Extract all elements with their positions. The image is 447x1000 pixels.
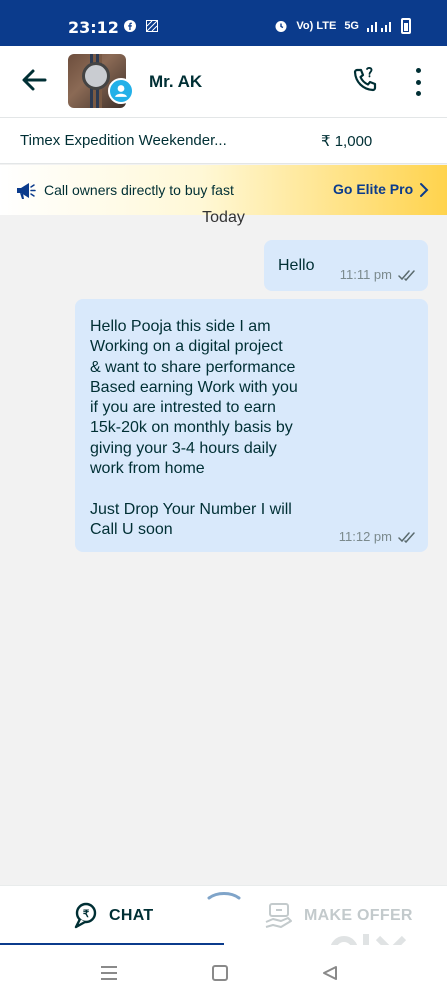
date-divider: Today (202, 209, 245, 226)
facebook-icon (124, 20, 136, 32)
signal-bars-icon (367, 22, 391, 32)
chat-icon: ₹ (74, 902, 97, 929)
message-text: Hello (278, 257, 315, 274)
chevron-right-icon (420, 183, 429, 197)
message-bubble-sent[interactable]: Hello Pooja this side I am Working on a … (75, 299, 428, 552)
double-check-icon (398, 269, 415, 281)
message-time: 11:12 pm (338, 529, 392, 544)
more-icon[interactable] (412, 68, 424, 96)
home-icon[interactable] (212, 965, 228, 981)
message-meta: 11:12 pm (339, 529, 418, 544)
system-nav-bar (0, 945, 447, 1000)
seller-avatar-icon (108, 78, 134, 104)
chat-header: Mr. AK (0, 46, 447, 118)
chat-thread[interactable]: Today Hello 11:11 pm Hello Pooja this si… (0, 209, 447, 885)
message-text: Hello Pooja this side I am Working on a … (90, 318, 298, 538)
status-time: 23:12 (68, 18, 119, 37)
back-arrow-icon[interactable] (20, 66, 48, 94)
double-check-icon (398, 531, 415, 543)
seller-name[interactable]: Mr. AK (149, 72, 202, 92)
tab-chat[interactable]: ₹ CHAT (0, 886, 224, 946)
nav-back-icon[interactable] (322, 965, 338, 981)
gallery-icon (146, 20, 158, 32)
svg-text:₹: ₹ (83, 909, 90, 920)
signal-label: 5G (344, 20, 359, 32)
battery-icon (401, 18, 411, 34)
avatar-watch-face (82, 62, 110, 90)
recent-apps-icon[interactable] (100, 965, 118, 981)
status-bar: 23:12 Vo) LTE 5G (0, 0, 447, 46)
product-strip[interactable]: Timex Expedition Weekender... ₹ 1,000 (0, 118, 447, 164)
status-app-icons (124, 20, 158, 32)
message-meta: 11:11 pm (340, 267, 418, 282)
megaphone-icon (17, 183, 36, 199)
make-offer-icon (265, 903, 292, 928)
banner-text: Call owners directly to buy fast (44, 182, 234, 198)
product-name: Timex Expedition Weekender... (20, 132, 227, 149)
status-right-icons: Vo) LTE 5G (274, 18, 411, 34)
phone-icon[interactable] (351, 66, 379, 94)
network-label: Vo) LTE (296, 20, 337, 32)
tab-chat-label: CHAT (109, 907, 154, 924)
message-bubble-sent[interactable]: Hello 11:11 pm (264, 240, 428, 291)
tab-make-offer-label: MAKE OFFER (304, 907, 413, 924)
product-price: ₹ 1,000 (321, 133, 373, 150)
alarm-icon (275, 21, 287, 32)
go-elite-pro-link[interactable]: Go Elite Pro (333, 181, 413, 197)
message-time: 11:11 pm (339, 267, 392, 282)
elite-pro-banner[interactable]: Call owners directly to buy fast Go Elit… (0, 165, 447, 215)
